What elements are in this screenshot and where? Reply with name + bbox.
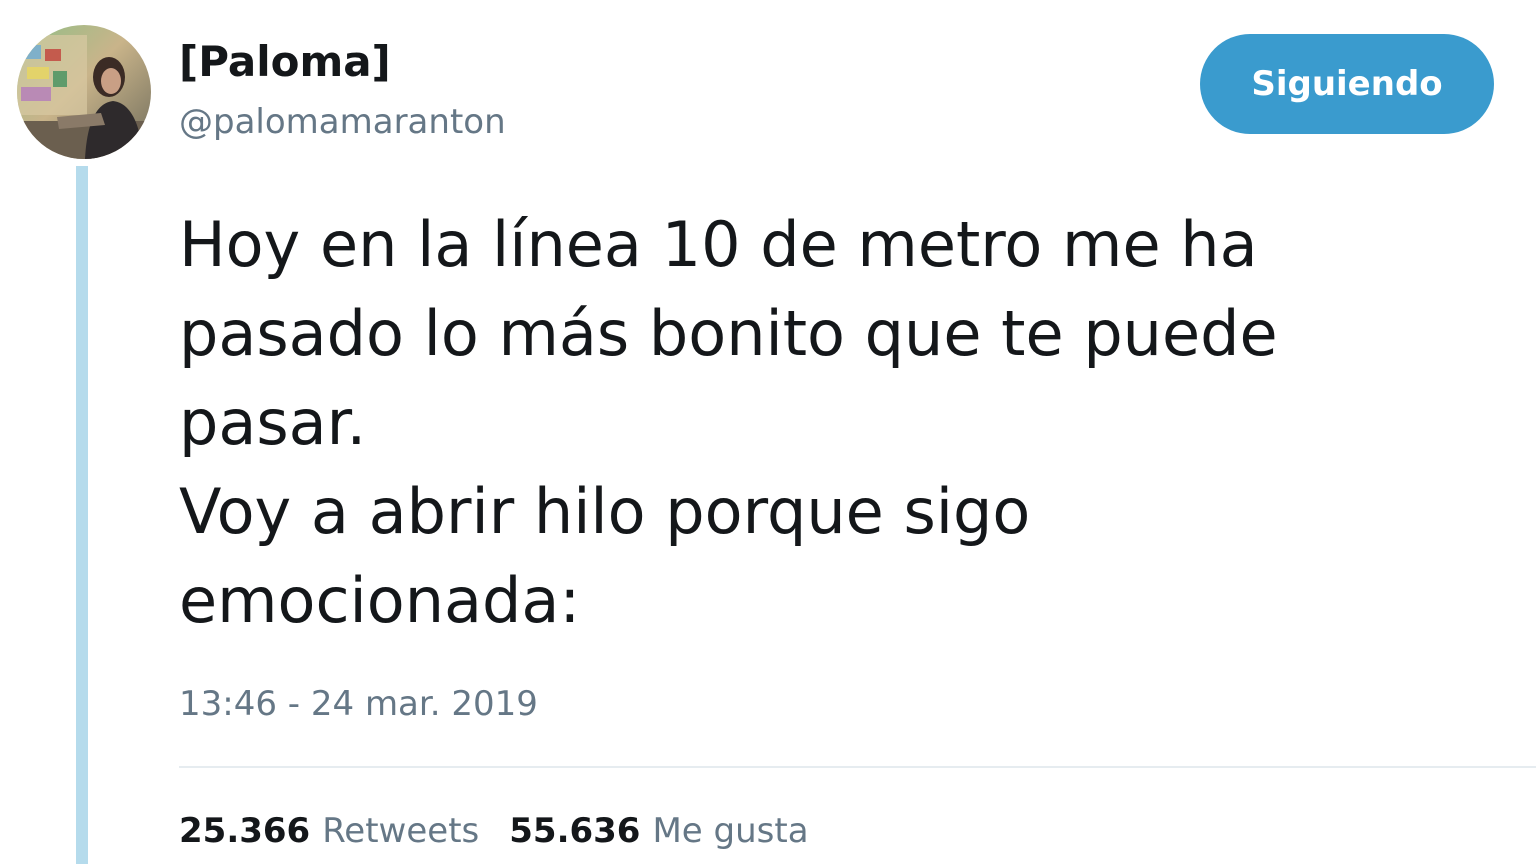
- likes-label: Me gusta: [652, 811, 809, 851]
- divider: [179, 766, 1536, 768]
- likes-stat[interactable]: 55.636 Me gusta: [509, 808, 808, 854]
- tweet-text-line: Voy a abrir hilo porque sigo: [179, 475, 1031, 548]
- profile-photo-icon: [17, 25, 151, 159]
- tweet-stats: 25.366 Retweets 55.636 Me gusta: [179, 808, 809, 854]
- avatar[interactable]: [17, 25, 151, 159]
- retweets-count: 25.366: [179, 811, 311, 851]
- user-display-name[interactable]: [Paloma]: [179, 36, 391, 88]
- tweet-card: [Paloma] @palomamaranton Siguiendo Hoy e…: [0, 0, 1536, 864]
- tweet-text-line: pasado lo más bonito que te puede: [179, 297, 1278, 370]
- likes-count: 55.636: [509, 811, 641, 851]
- tweet-timestamp[interactable]: 13:46 - 24 mar. 2019: [179, 682, 538, 726]
- tweet-text-line: pasar.: [179, 386, 367, 459]
- user-handle[interactable]: @palomamaranton: [179, 100, 506, 144]
- following-button[interactable]: Siguiendo: [1200, 34, 1494, 134]
- tweet-text-line: emocionada:: [179, 564, 581, 637]
- tweet-text-line: Hoy en la línea 10 de metro me ha: [179, 208, 1258, 281]
- retweets-stat[interactable]: 25.366 Retweets: [179, 808, 479, 854]
- retweets-label: Retweets: [322, 811, 480, 851]
- tweet-text: Hoy en la línea 10 de metro me ha pasado…: [179, 200, 1479, 645]
- thread-line: [76, 166, 88, 864]
